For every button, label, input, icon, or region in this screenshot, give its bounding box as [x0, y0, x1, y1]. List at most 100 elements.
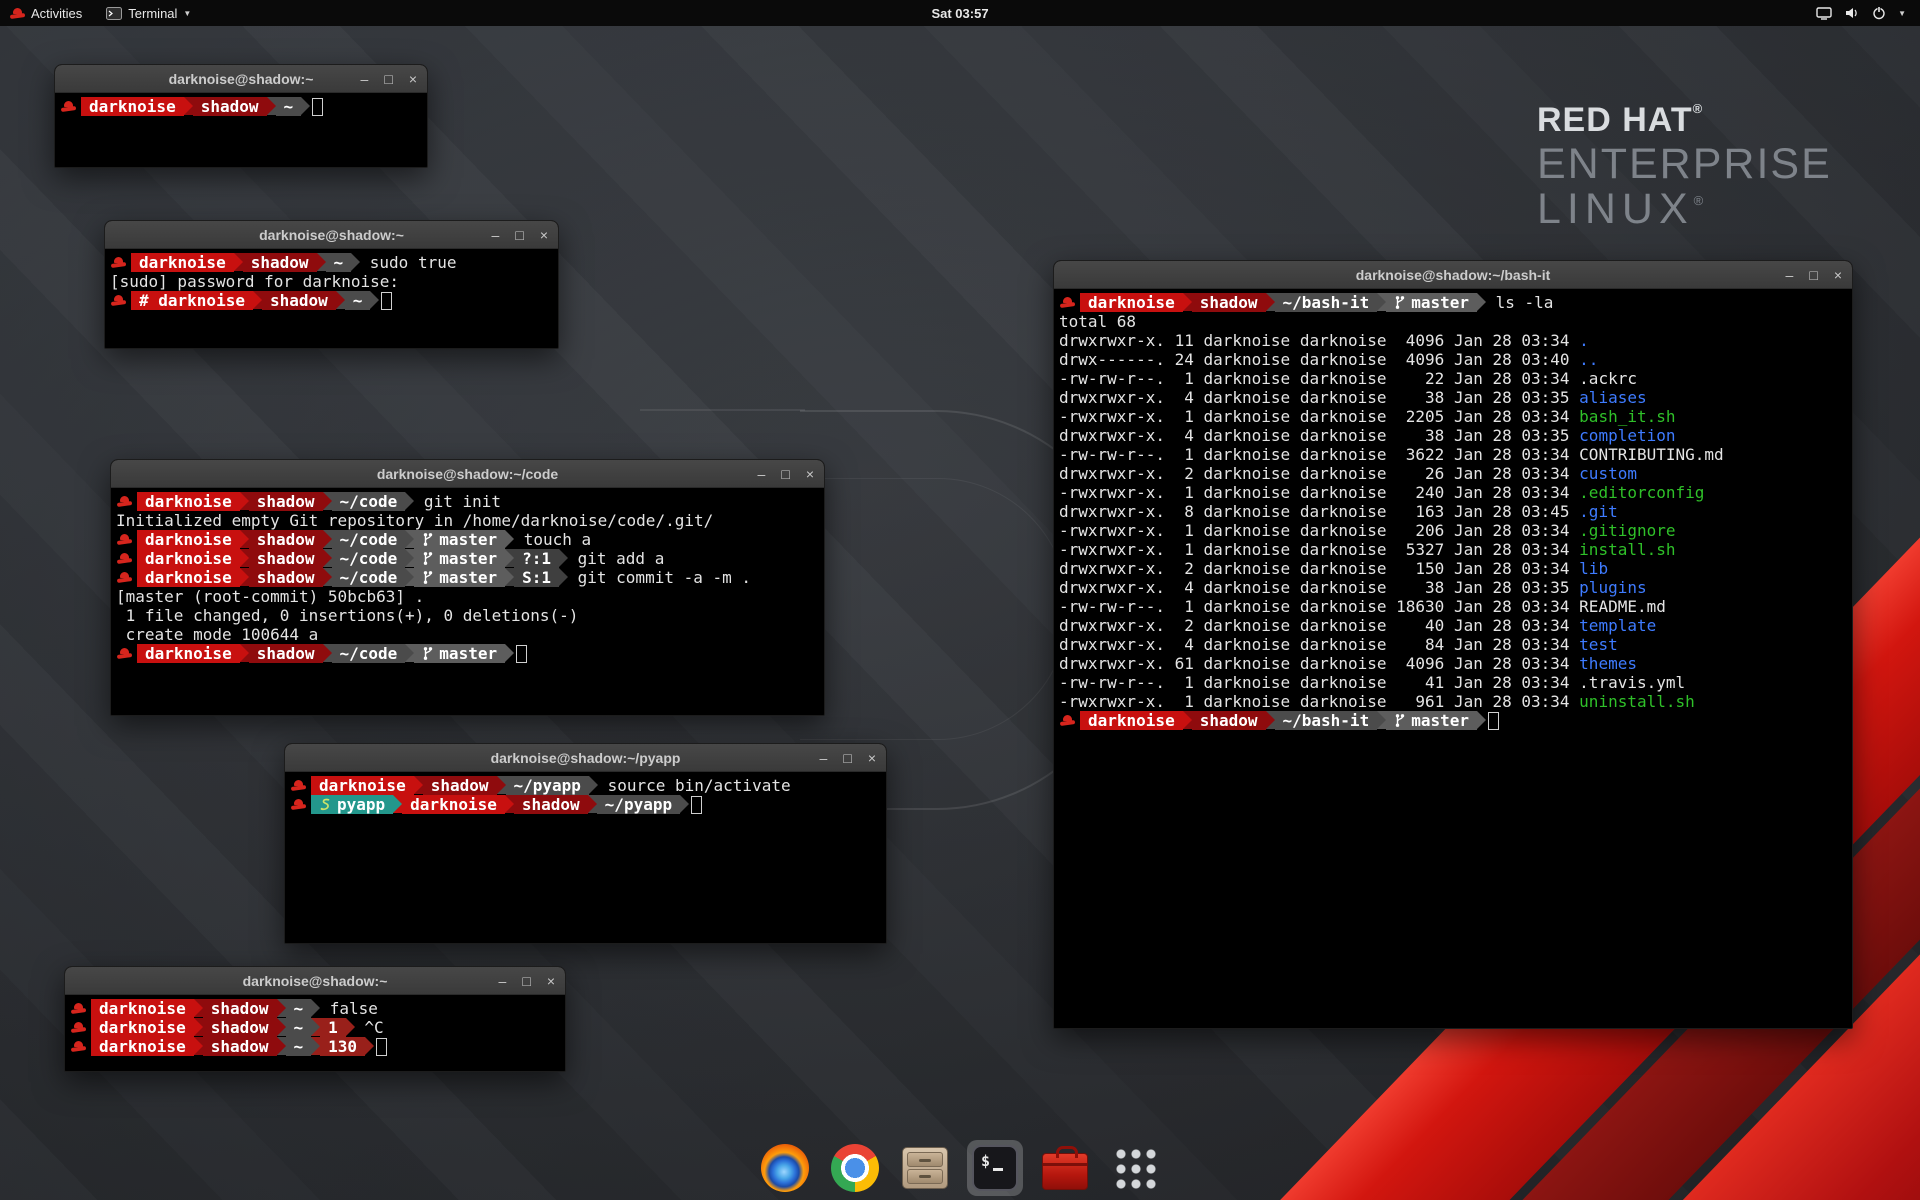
window-title: darknoise@shadow:~: [259, 227, 404, 243]
redhat-prompt-icon: [1060, 296, 1075, 309]
prompt-segment: ~: [326, 253, 352, 272]
close-button[interactable]: ×: [868, 751, 876, 765]
prompt-segment: shadow: [249, 492, 323, 511]
prompt-segment: ~/pyapp: [506, 776, 589, 795]
dock-appgrid-icon[interactable]: [1107, 1140, 1163, 1196]
maximize-button[interactable]: □: [781, 467, 789, 481]
activities-button[interactable]: Activities: [0, 0, 94, 26]
clock[interactable]: Sat 03:57: [931, 6, 988, 21]
close-button[interactable]: ×: [540, 228, 548, 242]
powerline-separator: [346, 1018, 355, 1036]
terminal-text: completion: [1579, 426, 1675, 445]
terminal-content[interactable]: darknoiseshadow~ falsedarknoiseshadow~1 …: [65, 995, 565, 1071]
terminal-line: -rw-rw-r--. 1 darknoise darknoise 41 Jan…: [1059, 673, 1848, 692]
terminal-line: drwxrwxr-x. 2 darknoise darknoise 26 Jan…: [1059, 464, 1848, 483]
terminal-content[interactable]: darknoiseshadow~/pyapp source bin/activa…: [285, 772, 886, 943]
brand-text: LINUX: [1537, 185, 1694, 233]
powerline-separator: [323, 492, 332, 510]
terminal-content[interactable]: darknoiseshadow~/bash-itmaster ls -latot…: [1054, 289, 1852, 1028]
prompt-segment: darknoise: [137, 530, 240, 549]
terminal-text: create mode 100644 a: [116, 625, 318, 644]
dock-toolbox-icon[interactable]: [1037, 1140, 1093, 1196]
terminal-line: darknoiseshadow~/bash-itmaster ls -la: [1059, 293, 1848, 312]
window-titlebar[interactable]: darknoise@shadow:~/code – □ ×: [111, 460, 824, 488]
close-button[interactable]: ×: [409, 72, 417, 86]
system-status-area[interactable]: ▼: [1802, 0, 1920, 26]
window-titlebar[interactable]: darknoise@shadow:~/bash-it – □ ×: [1054, 261, 1852, 289]
terminal-content[interactable]: darknoiseshadow~/code git initInitialize…: [111, 488, 824, 715]
prompt-segment: darknoise: [311, 776, 414, 795]
powerline-separator: [559, 568, 568, 586]
maximize-button[interactable]: □: [522, 974, 530, 988]
maximize-button[interactable]: □: [384, 72, 392, 86]
maximize-button[interactable]: □: [515, 228, 523, 242]
minimize-button[interactable]: –: [820, 751, 828, 765]
minimize-button[interactable]: –: [758, 467, 766, 481]
dock-chrome-icon[interactable]: [827, 1140, 883, 1196]
terminal-text: -rwxrwxr-x. 1 darknoise darknoise 2205 J…: [1059, 407, 1579, 426]
snake-icon: pyapp: [311, 795, 393, 814]
terminal-text: drwx------. 24 darknoise darknoise 4096 …: [1059, 350, 1579, 369]
prompt-segment: shadow: [203, 999, 277, 1018]
top-bar: Activities Terminal ▼ Sat 03:57 ▼: [0, 0, 1920, 26]
powerline-separator: [234, 253, 243, 271]
terminal-cursor: [376, 1038, 387, 1056]
brand-enterprise: ENTERPRISE: [1537, 142, 1832, 187]
activities-label: Activities: [31, 6, 82, 21]
powerline-separator: [323, 530, 332, 548]
prompt-segment: ~/code: [332, 549, 406, 568]
dock-terminal-icon[interactable]: [967, 1140, 1023, 1196]
terminal-line: darknoiseshadow~/pyapp source bin/activa…: [290, 776, 882, 795]
desktop: RED HAT® ENTERPRISE LINUX® Activities Te…: [0, 0, 1920, 1200]
minimize-button[interactable]: –: [492, 228, 500, 242]
power-icon: [1872, 6, 1886, 20]
redhat-prompt-icon: [291, 798, 306, 811]
terminal-line: # darknoiseshadow~: [110, 291, 554, 310]
brand-linux: LINUX®: [1537, 187, 1832, 232]
redhat-prompt-icon: [117, 552, 132, 565]
terminal-content[interactable]: darknoiseshadow~: [55, 93, 427, 167]
window-titlebar[interactable]: darknoise@shadow:~ – □ ×: [65, 967, 565, 995]
terminal-line: drwxrwxr-x. 4 darknoise darknoise 38 Jan…: [1059, 388, 1848, 407]
terminal-cursor: [516, 645, 527, 663]
window-title: darknoise@shadow:~/bash-it: [1356, 267, 1551, 283]
powerline-separator: [240, 530, 249, 548]
close-button[interactable]: ×: [1834, 268, 1842, 282]
minimize-button[interactable]: –: [361, 72, 369, 86]
terminal-text: drwxrwxr-x. 11 darknoise darknoise 4096 …: [1059, 331, 1579, 350]
powerline-separator: [184, 97, 193, 115]
terminal-text: -rw-rw-r--. 1 darknoise darknoise 3622 J…: [1059, 445, 1724, 464]
powerline-separator: [336, 291, 345, 309]
close-button[interactable]: ×: [806, 467, 814, 481]
powerline-separator: [351, 253, 360, 271]
prompt-segment: shadow: [249, 530, 323, 549]
terminal-content[interactable]: darknoiseshadow~ sudo true[sudo] passwor…: [105, 249, 558, 348]
terminal-text: git add a: [568, 549, 664, 568]
dock-firefox-icon[interactable]: [757, 1140, 813, 1196]
window-titlebar[interactable]: darknoise@shadow:~ – □ ×: [105, 221, 558, 249]
window-titlebar[interactable]: darknoise@shadow:~ – □ ×: [55, 65, 427, 93]
app-menu-terminal[interactable]: Terminal ▼: [94, 0, 203, 26]
redhat-prompt-icon: [61, 100, 76, 113]
dock-files-icon[interactable]: [897, 1140, 953, 1196]
terminal-line: [sudo] password for darknoise:: [110, 272, 554, 291]
close-button[interactable]: ×: [547, 974, 555, 988]
file-cabinet-icon: [902, 1147, 948, 1189]
branch-icon: master: [414, 530, 505, 549]
branch-icon: master: [414, 568, 505, 587]
terminal-text: template: [1579, 616, 1656, 635]
chevron-down-icon: ▼: [1898, 9, 1906, 18]
terminal-text: test: [1579, 635, 1618, 654]
minimize-button[interactable]: –: [499, 974, 507, 988]
prompt-segment: S:1: [514, 568, 559, 587]
powerline-separator: [301, 97, 310, 115]
rhel-wallpaper-logo: RED HAT® ENTERPRISE LINUX®: [1537, 102, 1832, 232]
maximize-button[interactable]: □: [1809, 268, 1817, 282]
prompt-segment: ~/bash-it: [1275, 711, 1378, 730]
powerline-separator: [267, 97, 276, 115]
maximize-button[interactable]: □: [843, 751, 851, 765]
minimize-button[interactable]: –: [1786, 268, 1794, 282]
window-titlebar[interactable]: darknoise@shadow:~/pyapp – □ ×: [285, 744, 886, 772]
terminal-text: -rwxrwxr-x. 1 darknoise darknoise 5327 J…: [1059, 540, 1579, 559]
terminal-line: darknoiseshadow~/codemasterS:1 git commi…: [116, 568, 820, 587]
